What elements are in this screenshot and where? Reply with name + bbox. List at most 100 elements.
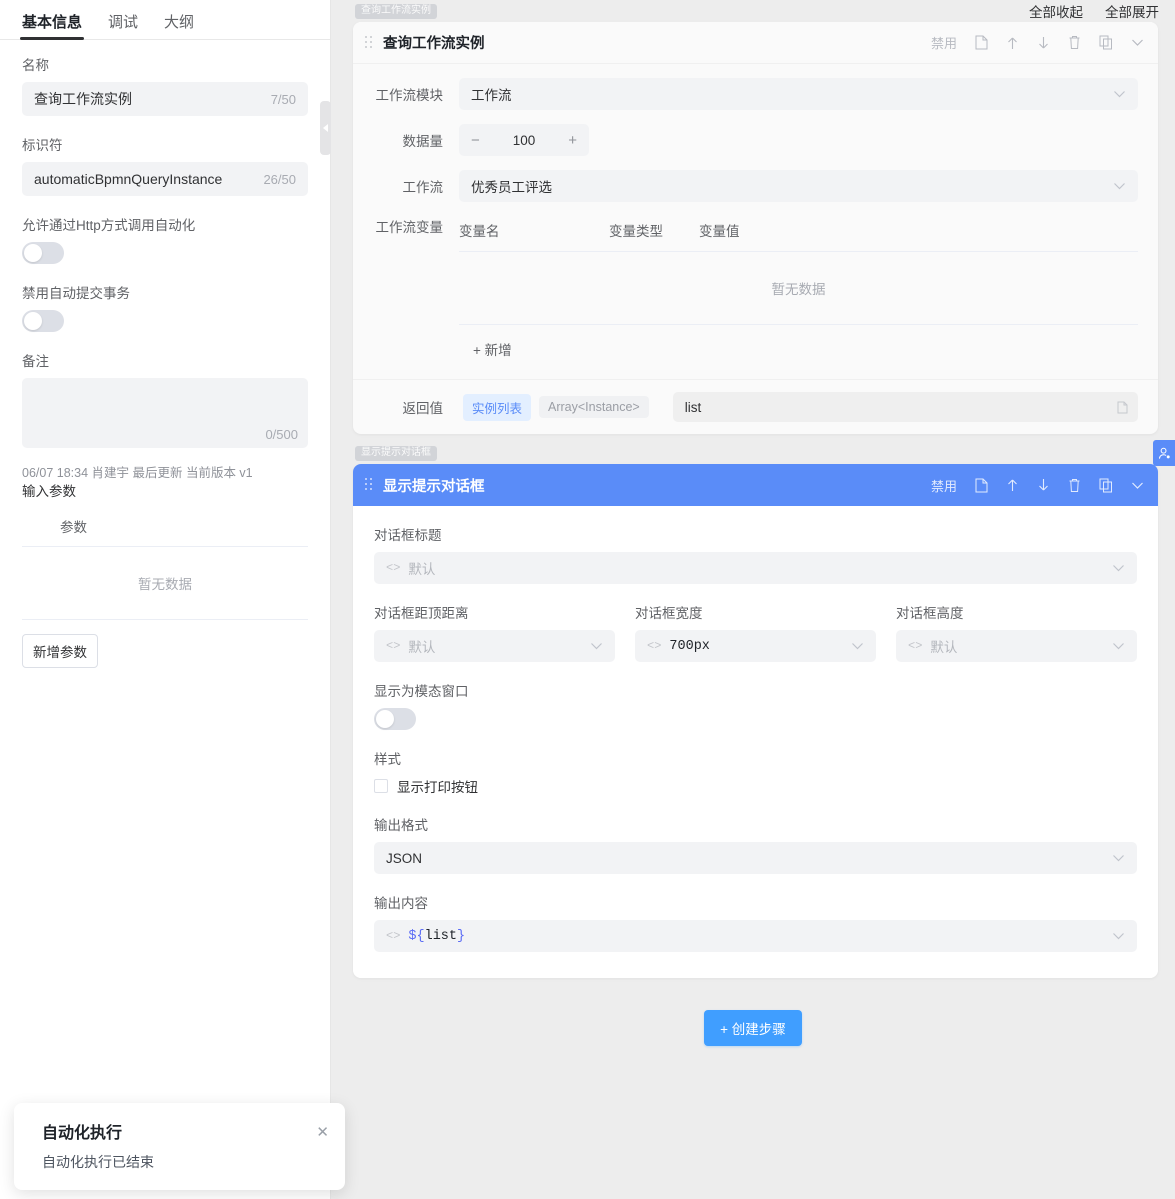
output-format-value: JSON — [386, 851, 422, 866]
card-title: 查询工作流实例 — [383, 32, 485, 53]
print-button-checkbox[interactable] — [374, 779, 388, 793]
add-param-button[interactable]: 新增参数 — [22, 634, 98, 668]
dialog-title-label: 对话框标题 — [374, 524, 1137, 544]
tab-debug[interactable]: 调试 — [108, 15, 138, 39]
dialog-height-group: 对话框高度 <> 默认 — [896, 602, 1137, 662]
disable-step-button[interactable]: 禁用 — [931, 476, 957, 495]
workflow-select[interactable]: 优秀员工评选 — [459, 170, 1138, 202]
tab-debug-label: 调试 — [108, 14, 138, 31]
chevron-down-icon — [1112, 854, 1125, 862]
table-empty-text: 暂无数据 — [459, 252, 1138, 325]
name-input[interactable]: 查询工作流实例 7/50 — [22, 82, 308, 116]
chevron-down-icon — [851, 642, 864, 650]
style-label: 样式 — [374, 748, 1137, 768]
trash-icon[interactable] — [1068, 35, 1081, 50]
chevron-down-icon[interactable] — [1131, 481, 1144, 490]
field-workflow-module: 工作流模块 工作流 — [373, 78, 1138, 110]
app-root: 基本信息 调试 大纲 名称 查询工作流实例 7/50 标识符 automatic… — [0, 0, 1175, 1199]
print-button-checkbox-row[interactable]: 显示打印按钮 — [374, 776, 1137, 796]
workflow-variables-table: 变量名 变量类型 变量值 暂无数据 + 新增 — [459, 216, 1138, 363]
column-var-type: 变量类型 — [609, 220, 699, 240]
sidebar-tabs: 基本信息 调试 大纲 — [0, 0, 330, 40]
step-card-query-workflow-instance: 查询工作流实例 禁用 — [353, 22, 1158, 434]
close-icon[interactable]: ✕ — [316, 1125, 329, 1140]
output-format-select[interactable]: JSON — [374, 842, 1137, 874]
toast-message: 自动化执行已结束 — [42, 1152, 327, 1172]
collapse-all-button[interactable]: 全部收起 — [1029, 1, 1083, 21]
drag-handle-icon[interactable] — [365, 478, 373, 492]
card-header-actions: 禁用 — [931, 33, 1144, 52]
identifier-input[interactable]: automaticBpmnQueryInstance 26/50 — [22, 162, 308, 196]
step-card-show-dialog: 显示提示对话框 禁用 — [353, 464, 1158, 978]
column-var-value: 变量值 — [699, 220, 740, 240]
arrow-up-icon[interactable] — [1006, 478, 1019, 492]
stepper-minus-button[interactable]: − — [471, 132, 480, 149]
sidebar-collapse-handle[interactable] — [320, 101, 331, 155]
tab-outline[interactable]: 大纲 — [164, 15, 194, 39]
field-workflow-label: 工作流 — [373, 176, 459, 196]
expand-all-button[interactable]: 全部展开 — [1105, 1, 1159, 21]
name-label: 名称 — [22, 54, 308, 74]
step-tag-chip-1[interactable]: 查询工作流实例 — [355, 4, 437, 19]
trash-icon[interactable] — [1068, 478, 1081, 493]
version-meta: 06/07 18:34 肖建宇 最后更新 当前版本 v1 输入参数 — [22, 464, 308, 502]
dialog-top-distance-select[interactable]: <> 默认 — [374, 630, 615, 662]
card-header[interactable]: 显示提示对话框 禁用 — [353, 464, 1158, 506]
create-step-button[interactable]: + 创建步骤 — [704, 1010, 802, 1046]
chevron-down-icon — [1112, 932, 1125, 940]
identifier-label: 标识符 — [22, 134, 308, 154]
doc-icon[interactable] — [975, 478, 988, 493]
disable-step-button[interactable]: 禁用 — [931, 33, 957, 52]
print-button-checkbox-label: 显示打印按钮 — [397, 776, 478, 796]
chevron-down-icon — [1112, 564, 1125, 572]
identifier-input-value: automaticBpmnQueryInstance — [34, 171, 263, 187]
output-content-name: list — [425, 929, 457, 944]
chevron-down-icon[interactable] — [1131, 38, 1144, 47]
dialog-title-select[interactable]: <> 默认 — [374, 552, 1137, 584]
arrow-down-icon[interactable] — [1037, 478, 1050, 492]
modal-window-switch[interactable] — [374, 708, 416, 730]
card2-tag-row: 显示提示对话框 — [331, 442, 1175, 464]
dialog-width-group: 对话框宽度 <> 700px — [635, 602, 876, 662]
return-value-label: 返回值 — [373, 397, 459, 417]
workflow-variables-section: 工作流变量 变量名 变量类型 变量值 暂无数据 + 新增 — [373, 216, 1138, 363]
return-value-name-chip[interactable]: 实例列表 — [463, 394, 531, 421]
copy-icon[interactable] — [1099, 478, 1113, 493]
chevron-left-icon — [323, 124, 328, 132]
dialog-width-value: 700px — [669, 639, 710, 654]
disable-autocommit-switch[interactable] — [22, 310, 64, 332]
switch-knob — [24, 312, 42, 330]
workflow-module-select[interactable]: 工作流 — [459, 78, 1138, 110]
dialog-height-select[interactable]: <> 默认 — [896, 630, 1137, 662]
step-tag-chip-2[interactable]: 显示提示对话框 — [355, 446, 437, 461]
output-content-suffix: } — [457, 929, 465, 944]
table-header-row: 变量名 变量类型 变量值 — [459, 216, 1138, 252]
identifier-counter: 26/50 — [263, 172, 296, 187]
output-content-select[interactable]: <> ${list} — [374, 920, 1137, 952]
tab-basic-info-label: 基本信息 — [22, 14, 82, 31]
data-count-stepper[interactable]: − 100 + — [459, 124, 589, 156]
dialog-height-label: 对话框高度 — [896, 602, 1137, 622]
param-column-header: 参数 — [22, 512, 308, 547]
code-icon: <> — [647, 639, 661, 653]
tab-basic-info[interactable]: 基本信息 — [22, 15, 82, 39]
add-variable-button[interactable]: + 新增 — [459, 325, 1138, 363]
stepper-plus-button[interactable]: + — [568, 132, 577, 149]
code-icon: <> — [386, 929, 400, 943]
dialog-width-select[interactable]: <> 700px — [635, 630, 876, 662]
remark-textarea[interactable]: 0/500 — [22, 378, 308, 448]
tab-outline-label: 大纲 — [164, 14, 194, 31]
card-header[interactable]: 查询工作流实例 禁用 — [353, 22, 1158, 64]
arrow-down-icon[interactable] — [1037, 36, 1050, 50]
copy-icon[interactable] — [1117, 401, 1128, 414]
arrow-up-icon[interactable] — [1006, 36, 1019, 50]
create-step-row: + 创建步骤 — [331, 1010, 1175, 1046]
copy-icon[interactable] — [1099, 35, 1113, 50]
doc-icon[interactable] — [975, 35, 988, 50]
drag-handle-icon[interactable] — [365, 36, 373, 50]
switch-knob — [376, 710, 394, 728]
http-toggle-switch[interactable] — [22, 242, 64, 264]
chevron-down-icon — [590, 642, 603, 650]
assign-user-button[interactable] — [1153, 440, 1175, 466]
return-value-input[interactable]: list — [673, 392, 1138, 422]
